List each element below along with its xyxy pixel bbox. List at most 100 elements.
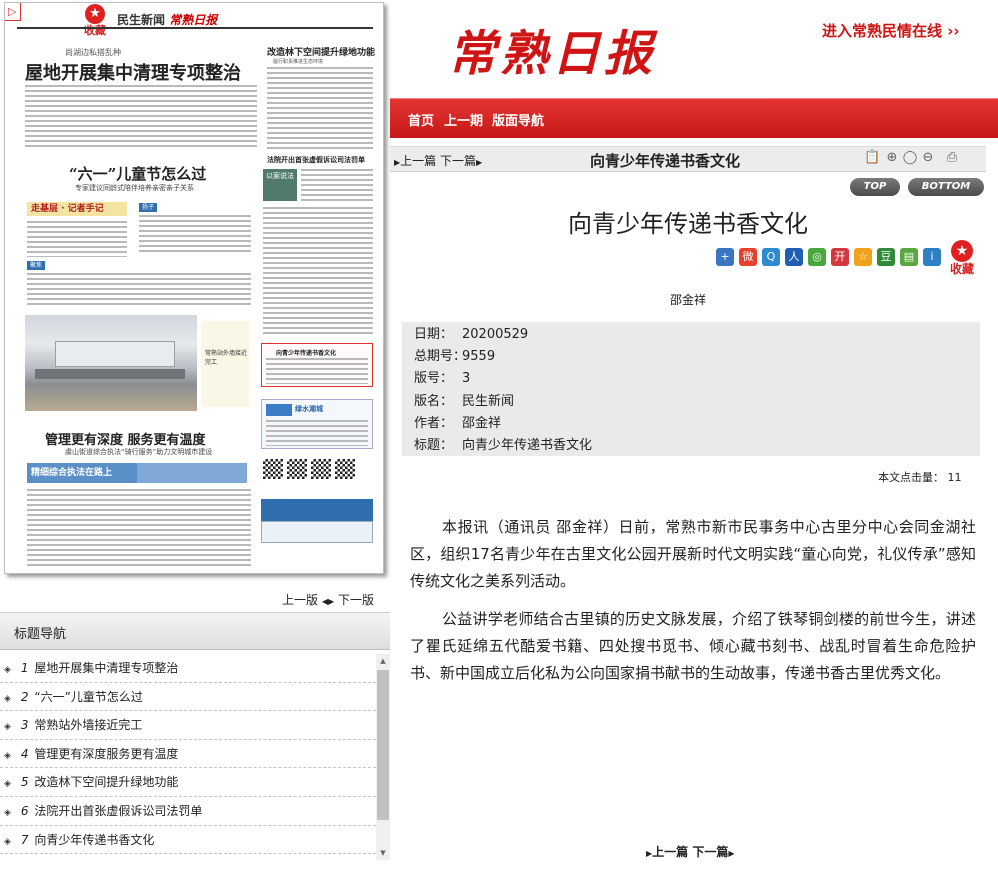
- zoom-in-icon[interactable]: ⊕: [884, 149, 900, 167]
- footer-prev-link[interactable]: 上一篇: [652, 845, 688, 859]
- plus-icon[interactable]: +: [716, 248, 734, 266]
- paper-headline-story-6[interactable]: 法院开出首张虚假诉讼司法罚单: [267, 155, 365, 165]
- meta-title: 标题： 向青少年传递书香文化: [414, 435, 980, 457]
- paper-headline-story-5[interactable]: 改造林下空间提升绿地功能: [267, 45, 375, 58]
- play-icon: ▶: [476, 158, 483, 167]
- article-byline: 邵金祥: [669, 293, 706, 307]
- wechat-icon[interactable]: ◎: [808, 248, 826, 266]
- text-block: [301, 169, 373, 203]
- qr-code: [335, 459, 355, 479]
- portal-link[interactable]: 进入常熟民情在线 ››: [822, 20, 960, 41]
- bottom-ad-banner: [261, 499, 373, 521]
- item-title: 向青少年传递书香文化: [34, 832, 155, 847]
- footer-article-nav: ▶上一篇 下一篇▶: [646, 843, 735, 860]
- clipboard-icon[interactable]: 📋: [864, 149, 880, 167]
- article-favorite-button[interactable]: ★ 收藏: [946, 240, 978, 280]
- reporter-banner: 走基层 · 记者手记: [27, 202, 127, 216]
- qr-code: [287, 459, 307, 479]
- title-nav-list: ◈ 1 屋地开展集中清理专项整治 ◈ 2 “六一”儿童节怎么过 ◈ 3 常熟站外墙接近…: [0, 654, 376, 860]
- text-block: [27, 221, 127, 257]
- scroll-top-button[interactable]: TOP: [850, 178, 900, 196]
- page-corner-marker[interactable]: ▷: [5, 3, 21, 21]
- section-tag: 聚焦: [27, 261, 46, 270]
- meta-value: 20200529: [462, 327, 529, 342]
- meta-key: 版名：: [414, 393, 454, 409]
- title-nav-item-6[interactable]: ◈ 6 法院开出首张虚假诉讼司法罚单: [0, 797, 376, 826]
- meta-author: 作者： 邵金祥: [414, 413, 980, 435]
- newspaper-page-thumbnail[interactable]: ▷ ★ 收藏 民生新闻 常熟日报 尚湖边私搭乱种 屋地开展集中清理专项整治 改造…: [4, 2, 384, 574]
- meta-key: 版号：: [414, 371, 454, 387]
- diamond-bullet-icon: ◈: [4, 693, 11, 704]
- next-article-link[interactable]: 下一篇: [440, 154, 476, 168]
- meta-date: 日期： 20200529: [414, 324, 980, 346]
- diamond-bullet-icon: ◈: [4, 779, 11, 790]
- main-nav-bar: 首页 上一期 版面导航: [390, 98, 998, 138]
- zoom-reset-icon[interactable]: ◯: [902, 149, 918, 167]
- click-count-label: 本文点击量：: [878, 471, 944, 484]
- item-number: 5: [20, 775, 29, 790]
- item-number: 2: [20, 689, 29, 704]
- nav-layout[interactable]: 版面导航: [492, 110, 544, 129]
- station-photo[interactable]: [25, 315, 197, 411]
- favorite-label: 收藏: [949, 262, 974, 276]
- article-paragraph-2: 公益讲学老师结合古里镇的历史文脉发展，介绍了铁琴铜剑楼的前世今生，讲述了瞿氏延绵…: [410, 610, 976, 682]
- qzone-icon[interactable]: Q: [762, 248, 780, 266]
- zoom-out-icon[interactable]: ⊖: [920, 149, 936, 167]
- meta-value: 邵金祥: [462, 415, 502, 431]
- paper-headline-story-1[interactable]: 屋地开展集中清理专项整治: [25, 59, 241, 85]
- item-number: 3: [20, 718, 29, 733]
- paper-subhead-story-2: 专家建议同龄式陪伴培养亲密亲子关系: [75, 184, 194, 192]
- favorite-button[interactable]: ★ 收藏: [79, 3, 111, 41]
- title-nav-item-5[interactable]: ◈ 5 改造林下空间提升绿地功能: [0, 768, 376, 797]
- meta-value: 向青少年传递书香文化: [462, 437, 593, 453]
- paper-headline-story-4[interactable]: 管理更有深度 服务更有温度: [45, 429, 206, 448]
- highlighted-article-area[interactable]: 向青少年传递书香文化: [261, 343, 373, 387]
- scroll-down-icon[interactable]: ▼: [376, 846, 390, 860]
- item-number: 4: [20, 746, 29, 761]
- article-meta: 日期： 20200529 总期号：9559 版号： 3 版名： 民生新闻 作者： 邵金祥…: [402, 322, 980, 456]
- item-title: 改造林下空间提升绿地功能: [34, 775, 179, 790]
- text-block: [263, 207, 373, 337]
- paper-headline-story-2[interactable]: “六一”儿童节怎么过: [69, 163, 206, 184]
- print-icon[interactable]: ⎙: [944, 149, 960, 167]
- scroll-bottom-button[interactable]: BOTTOM: [908, 178, 984, 196]
- prev-page-link[interactable]: 上一版: [282, 593, 318, 607]
- renren-icon[interactable]: 人: [785, 248, 803, 266]
- title-nav-item-1[interactable]: ◈ 1 屋地开展集中清理专项整治: [0, 654, 376, 683]
- title-list-scrollbar[interactable]: ▲ ▼: [376, 654, 390, 860]
- paper-subhead-story-5: 履行职责推进生态环境: [273, 59, 324, 65]
- scroll-up-icon[interactable]: ▲: [376, 654, 390, 668]
- chat-icon[interactable]: ▤: [900, 248, 918, 266]
- text-block: [25, 85, 257, 149]
- section-strip-extension: [137, 463, 247, 483]
- site-logo[interactable]: 常熟日报: [448, 14, 656, 84]
- text-block: [27, 273, 251, 307]
- item-number: 1: [20, 661, 29, 675]
- station-caption-box[interactable]: 常熟站外墙接近完工: [201, 321, 249, 407]
- text-block: [266, 420, 368, 446]
- nav-prev-issue[interactable]: 上一期: [444, 110, 483, 129]
- kaixin-icon[interactable]: 开: [831, 248, 849, 266]
- item-title: 屋地开展集中清理专项整治: [34, 661, 179, 675]
- next-page-link[interactable]: 下一版: [338, 593, 374, 607]
- title-nav-item-2[interactable]: ◈ 2 “六一”儿童节怎么过: [0, 683, 376, 712]
- title-nav-item-4[interactable]: ◈ 4 管理更有深度服务更有温度: [0, 740, 376, 769]
- meta-key: 作者：: [414, 415, 454, 431]
- corner-arrow-icon: ▷: [8, 5, 17, 18]
- paper-masthead: 民生新闻 常熟日报: [117, 11, 217, 28]
- scroll-thumb[interactable]: [377, 670, 389, 820]
- item-title: “六一”儿童节怎么过: [34, 689, 143, 704]
- weibo-icon[interactable]: 微: [739, 248, 757, 266]
- title-nav-item-3[interactable]: ◈ 3 常熟站外墙接近完工: [0, 711, 376, 740]
- station-roof: [55, 341, 175, 367]
- nav-home[interactable]: 首页: [408, 110, 434, 129]
- article-toolbar: ▶上一篇 下一篇▶ 向青少年传递书香文化 📋 ⊕ ◯ ⊖ ⎙: [390, 146, 986, 172]
- star-icon[interactable]: ☆: [854, 248, 872, 266]
- item-title: 管理更有深度服务更有温度: [34, 746, 179, 761]
- prev-article-link[interactable]: 上一篇: [400, 154, 436, 168]
- info-icon[interactable]: i: [923, 248, 941, 266]
- footer-next-link[interactable]: 下一篇: [692, 845, 728, 859]
- title-nav-item-7[interactable]: ◈ 7 向青少年传递书香文化: [0, 826, 376, 855]
- douban-icon[interactable]: 豆: [877, 248, 895, 266]
- meta-key: 标题：: [414, 437, 454, 453]
